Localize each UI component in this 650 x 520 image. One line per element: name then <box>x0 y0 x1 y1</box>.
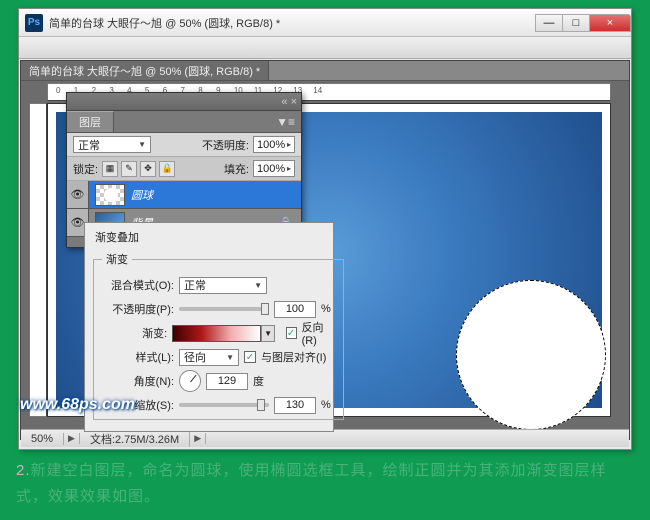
angle-input[interactable]: 129 <box>206 373 248 390</box>
minimize-button[interactable]: — <box>535 14 563 32</box>
lock-icons: ▦ ✎ ✥ 🔒 <box>102 161 175 177</box>
gradient-fieldset: 渐变 混合模式(O): 正常 ▼ 不透明度(P): 100 % 渐变: ▼ ✓ … <box>93 251 344 420</box>
blend-row: 正常 ▼ 不透明度: 100% ▸ <box>67 133 301 157</box>
ruler-vertical <box>29 103 47 417</box>
angle-label: 角度(N): <box>102 373 174 389</box>
zoom-level[interactable]: 50% <box>21 433 64 445</box>
opacity-input[interactable]: 100 <box>274 301 316 318</box>
visibility-icon[interactable]: 👁 <box>67 181 89 208</box>
close-button[interactable]: × <box>589 14 631 32</box>
panel-tabs: 图层 ▼≡ <box>67 111 301 133</box>
angle-dial[interactable] <box>179 370 201 392</box>
status-arrow-icon[interactable]: ▶ <box>190 433 206 444</box>
blend-mode-select[interactable]: 正常 ▼ <box>73 136 151 153</box>
caption-number: 2. <box>16 462 31 479</box>
panel-header[interactable]: « × <box>67 93 301 111</box>
gradient-dropdown-icon[interactable]: ▼ <box>261 325 275 342</box>
gradient-picker[interactable]: ▼ <box>172 325 261 342</box>
scale-slider[interactable] <box>179 403 269 407</box>
fill-label: 填充: <box>224 161 249 177</box>
chevron-down-icon: ▸ <box>287 140 291 149</box>
doc-size: 文档:2.75M/3.26M <box>80 431 190 447</box>
reverse-checkbox[interactable]: ✓ <box>286 327 297 339</box>
subsection-title: 渐变 <box>102 251 132 267</box>
pct-unit: % <box>321 303 331 315</box>
lock-label: 锁定: <box>73 161 98 177</box>
titlebar: Ps 简单的台球 大眼仔～旭 @ 50% (圆球, RGB/8) * — □ × <box>19 9 631 37</box>
lock-all-icon[interactable]: 🔒 <box>159 161 175 177</box>
maximize-button[interactable]: □ <box>562 14 590 32</box>
chevron-down-icon: ▸ <box>287 164 291 173</box>
circle-selection <box>456 280 606 430</box>
opacity-label: 不透明度: <box>202 137 249 153</box>
layers-tab[interactable]: 图层 <box>67 111 114 132</box>
caption-text: 新建空白图层，命名为圆球，使用椭圆选框工具，绘制正圆并为其添加渐变图层样式，效果… <box>16 462 607 505</box>
section-title: 渐变叠加 <box>85 223 333 245</box>
align-label: 与图层对齐(I) <box>261 349 326 365</box>
lock-row: 锁定: ▦ ✎ ✥ 🔒 填充: 100% ▸ <box>67 157 301 181</box>
align-checkbox[interactable]: ✓ <box>244 351 256 363</box>
opacity-input[interactable]: 100% ▸ <box>253 136 295 153</box>
panel-menu-icon[interactable]: ▼≡ <box>276 115 301 129</box>
window-title: 简单的台球 大眼仔～旭 @ 50% (圆球, RGB/8) * <box>49 15 536 31</box>
reverse-label: 反向(R) <box>302 319 336 347</box>
zoom-arrow-icon[interactable]: ▶ <box>64 433 80 444</box>
chevron-down-icon: ▼ <box>138 140 146 149</box>
style-label: 样式(L): <box>102 349 174 365</box>
watermark: www.68ps.com <box>20 396 135 414</box>
caption: 2.新建空白图层，命名为圆球，使用椭圆选框工具，绘制正圆并为其添加渐变图层样式，… <box>16 458 630 510</box>
layer-name[interactable]: 圆球 <box>131 187 301 203</box>
blend-mode-select[interactable]: 正常 ▼ <box>179 277 267 294</box>
lock-transparent-icon[interactable]: ▦ <box>102 161 118 177</box>
angle-unit: 度 <box>253 373 264 389</box>
chevron-down-icon: ▼ <box>254 281 262 290</box>
style-select[interactable]: 径向 ▼ <box>179 349 239 366</box>
menubar <box>19 37 631 59</box>
gradient-label: 渐变: <box>102 325 167 341</box>
opacity-slider[interactable] <box>179 307 269 311</box>
document-tabs: 简单的台球 大眼仔～旭 @ 50% (圆球, RGB/8) * <box>21 61 629 81</box>
fill-input[interactable]: 100% ▸ <box>253 160 295 177</box>
pct-unit: % <box>321 399 331 411</box>
scale-input[interactable]: 130 <box>274 397 316 414</box>
lock-pixels-icon[interactable]: ✎ <box>121 161 137 177</box>
chevron-down-icon: ▼ <box>226 353 234 362</box>
layer-thumb <box>95 184 125 206</box>
layer-row-circle[interactable]: 👁 圆球 <box>67 181 301 209</box>
app-icon: Ps <box>25 14 43 32</box>
opacity-label: 不透明度(P): <box>102 301 174 317</box>
blend-mode-label: 混合模式(O): <box>102 277 174 293</box>
collapse-icon[interactable]: « × <box>281 96 297 108</box>
document-tab[interactable]: 简单的台球 大眼仔～旭 @ 50% (圆球, RGB/8) * <box>21 61 269 80</box>
lock-position-icon[interactable]: ✥ <box>140 161 156 177</box>
